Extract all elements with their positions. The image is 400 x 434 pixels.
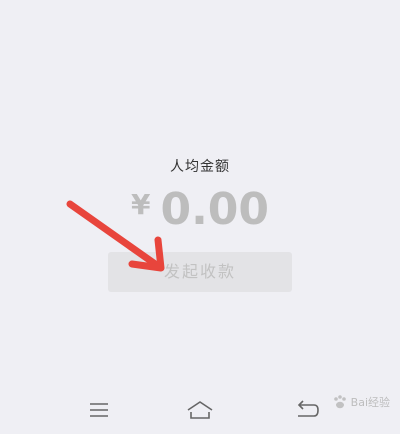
back-button[interactable] bbox=[290, 396, 324, 424]
back-icon bbox=[297, 400, 319, 417]
paw-logo-icon bbox=[333, 395, 346, 409]
start-collection-button[interactable]: 发起收款 bbox=[108, 252, 292, 292]
per-person-amount-label: 人均金额 bbox=[170, 159, 230, 175]
menu-button[interactable] bbox=[82, 396, 116, 424]
amount-display: ¥0.00 bbox=[0, 184, 400, 235]
watermark-text: Bai经验 bbox=[350, 396, 390, 409]
payment-screen: 人均金额 ¥0.00 发起收款 Bai经验 bbox=[0, 0, 400, 434]
baidu-jingyan-watermark: Bai经验 bbox=[332, 394, 390, 410]
menu-icon bbox=[90, 403, 108, 417]
home-icon bbox=[187, 401, 213, 419]
currency-symbol: ¥ bbox=[130, 188, 151, 221]
home-button[interactable] bbox=[183, 396, 217, 424]
amount-value: 0.00 bbox=[160, 184, 270, 235]
